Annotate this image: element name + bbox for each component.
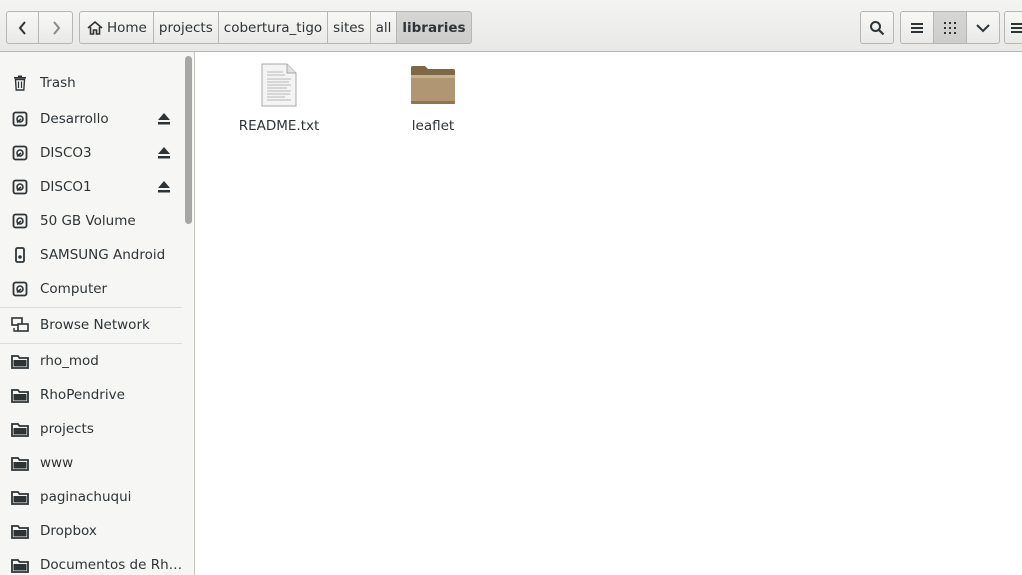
file-item-readme[interactable]: README.txt — [219, 54, 339, 134]
drive-icon — [11, 280, 29, 298]
sidebar-item-label: Desarrollo — [40, 111, 109, 127]
drive-icon — [11, 110, 29, 128]
drive-icon — [11, 144, 29, 162]
eject-icon[interactable] — [157, 146, 171, 160]
sidebar-item-disco1[interactable]: DISCO1 — [0, 170, 182, 204]
search-icon — [870, 20, 885, 35]
breadcrumb-label: projects — [158, 19, 213, 36]
sidebar-item-50gb-volume[interactable]: 50 GB Volume — [0, 204, 182, 238]
chevron-right-icon — [52, 20, 60, 35]
file-name: README.txt — [238, 118, 320, 134]
sidebar-item-label: DISCO1 — [40, 179, 92, 195]
sidebar-item-label: DISCO3 — [40, 145, 92, 161]
sidebar-item-label: RhoPendrive — [40, 387, 125, 403]
breadcrumb-all[interactable]: all — [370, 11, 398, 44]
folder-icon — [11, 352, 29, 370]
trash-icon — [11, 74, 29, 92]
sidebar-item-label: rho_mod — [40, 353, 99, 369]
folder-icon — [11, 522, 29, 540]
sidebar-item-www[interactable]: www — [0, 446, 182, 480]
folder-icon — [409, 62, 457, 108]
eject-icon[interactable] — [157, 112, 171, 126]
breadcrumb-label: cobertura_tigo — [223, 19, 323, 36]
home-icon — [87, 20, 103, 35]
eject-icon[interactable] — [157, 180, 171, 194]
sidebar-item-label: Browse Network — [40, 317, 150, 333]
sidebar-item-label: Computer — [40, 281, 108, 297]
breadcrumb-label: sites — [333, 19, 365, 36]
folder-icon — [11, 420, 29, 438]
breadcrumb-home[interactable]: Home — [79, 11, 154, 44]
breadcrumb-projects[interactable]: projects — [153, 11, 219, 44]
sidebar-item-trash[interactable]: Trash — [0, 66, 182, 100]
sidebar-item-label: Trash — [40, 75, 76, 91]
list-view-button[interactable] — [900, 11, 934, 44]
sidebar-item-label: projects — [40, 421, 94, 437]
folder-icon — [11, 386, 29, 404]
sidebar-item-rhopendrive[interactable]: RhoPendrive — [0, 378, 182, 412]
network-icon — [11, 316, 29, 334]
grid-icon — [944, 21, 956, 34]
text-file-icon — [255, 62, 303, 108]
search-button[interactable] — [860, 11, 894, 44]
breadcrumb: Home projects cobertura_tigo sites all l… — [79, 11, 472, 44]
breadcrumb-label: Home — [107, 19, 147, 36]
drive-icon — [11, 178, 29, 196]
sidebar-item-label: paginachuqui — [40, 489, 132, 505]
sidebar-item-paginachuqui[interactable]: paginachuqui — [0, 480, 182, 514]
sidebar-item-samsung-android[interactable]: SAMSUNG Android — [0, 238, 182, 272]
header-bar: Home projects cobertura_tigo sites all l… — [0, 0, 1022, 52]
back-button[interactable] — [6, 11, 39, 44]
folder-icon — [11, 454, 29, 472]
sidebar: Trash Desarrollo DISCO3 DISCO1 50 GB Vol… — [0, 52, 195, 575]
drive-icon — [11, 212, 29, 230]
sidebar-item-label: SAMSUNG Android — [40, 247, 166, 263]
folder-icon — [11, 488, 29, 506]
chevron-left-icon — [18, 20, 26, 35]
app-menu-button[interactable] — [1004, 11, 1022, 44]
sidebar-item-rho-mod[interactable]: rho_mod — [0, 344, 182, 378]
menu-icon — [1011, 22, 1022, 33]
sidebar-item-label: Dropbox — [40, 523, 97, 539]
file-name: leaflet — [411, 118, 455, 134]
sidebar-item-computer[interactable]: Computer — [0, 272, 182, 306]
list-icon — [911, 22, 923, 33]
chevron-down-icon — [976, 23, 990, 32]
grid-view-button[interactable] — [933, 11, 967, 44]
breadcrumb-cobertura-tigo[interactable]: cobertura_tigo — [218, 11, 329, 44]
breadcrumb-sites[interactable]: sites — [328, 11, 371, 44]
sidebar-item-label: www — [40, 455, 74, 471]
sidebar-scrollbar[interactable] — [185, 56, 192, 224]
forward-button[interactable] — [38, 11, 73, 44]
file-item-leaflet[interactable]: leaflet — [373, 54, 493, 134]
breadcrumb-label: libraries — [402, 19, 466, 36]
sidebar-item-dropbox[interactable]: Dropbox — [0, 514, 182, 548]
sidebar-item-desarrollo[interactable]: Desarrollo — [0, 102, 182, 136]
sidebar-item-browse-network[interactable]: Browse Network — [0, 308, 182, 342]
file-view[interactable]: README.txt leaflet — [196, 52, 1022, 575]
breadcrumb-libraries[interactable]: libraries — [397, 11, 472, 44]
breadcrumb-label: all — [375, 19, 392, 36]
view-options-button[interactable] — [966, 11, 1000, 44]
folder-icon — [11, 556, 29, 574]
sidebar-item-label: Documentos de Rh… — [40, 557, 183, 573]
sidebar-item-label: 50 GB Volume — [40, 213, 136, 229]
sidebar-item-projects[interactable]: projects — [0, 412, 182, 446]
sidebar-item-disco3[interactable]: DISCO3 — [0, 136, 182, 170]
phone-icon — [11, 246, 29, 264]
sidebar-item-documentos[interactable]: Documentos de Rh… — [0, 548, 182, 575]
